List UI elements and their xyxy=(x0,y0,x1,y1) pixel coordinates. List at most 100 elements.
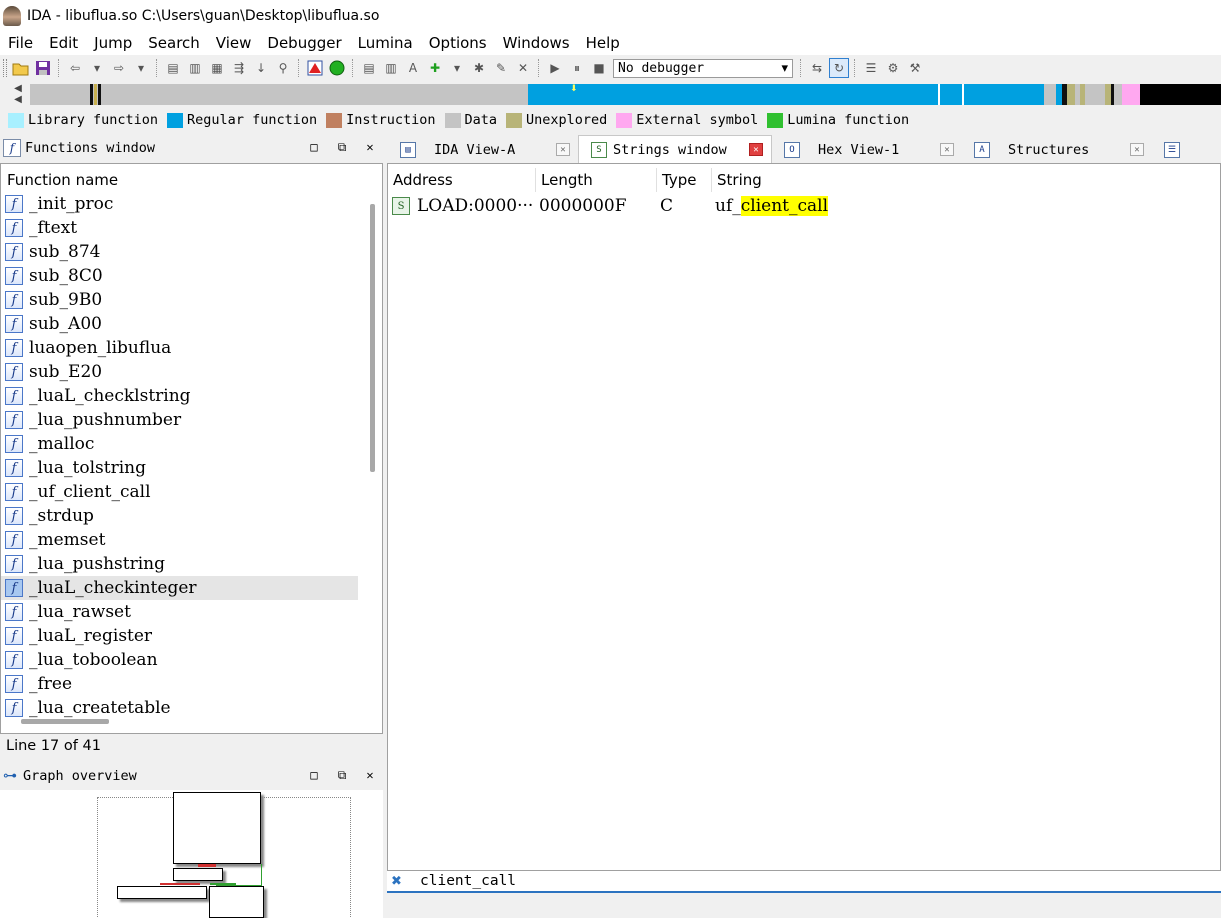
save-icon[interactable] xyxy=(33,58,53,78)
navigation-strip[interactable]: ⬇ xyxy=(30,84,1221,105)
menu-file[interactable]: File xyxy=(0,31,41,55)
close-icon[interactable]: ✕ xyxy=(556,143,570,156)
close-icon[interactable]: ✕ xyxy=(1130,143,1144,156)
close-icon[interactable]: ✖ xyxy=(391,874,402,889)
graph-node[interactable] xyxy=(173,868,223,881)
function-list-item[interactable]: f sub_E20 xyxy=(1,360,358,384)
graph-node[interactable] xyxy=(209,886,264,918)
chevron-down-icon[interactable]: ▾ xyxy=(87,58,107,78)
green-circle-icon[interactable] xyxy=(327,58,347,78)
function-list-item[interactable]: f luaopen_libuflua xyxy=(1,336,358,360)
menu-options[interactable]: Options xyxy=(421,31,495,55)
vertical-scrollbar[interactable] xyxy=(370,204,375,472)
column-header-string[interactable]: String xyxy=(712,168,912,192)
chevron-down-icon[interactable]: ▾ xyxy=(447,58,467,78)
table-row[interactable]: S LOAD:0000··· 0000000F C uf_client_call xyxy=(388,194,1220,218)
function-list-item[interactable]: f sub_874 xyxy=(1,240,358,264)
warning-icon[interactable] xyxy=(305,58,325,78)
search-immediate-icon[interactable]: ▦ xyxy=(207,58,227,78)
column-header-length[interactable]: Length xyxy=(536,168,657,192)
toolbar-grip[interactable] xyxy=(3,59,7,77)
close-icon[interactable]: ✕ xyxy=(363,767,377,783)
tab-hex-view-1[interactable]: O Hex View-1 ✕ xyxy=(772,136,962,163)
function-list-item[interactable]: f _init_proc xyxy=(1,192,358,216)
close-icon[interactable]: ✕ xyxy=(940,143,954,156)
column-header-function-name[interactable]: Function name xyxy=(1,164,382,192)
search-text-icon[interactable]: ▤ xyxy=(163,58,183,78)
tab-structures[interactable]: A Structures ✕ xyxy=(962,136,1152,163)
forward-icon[interactable]: ⇨ xyxy=(109,58,129,78)
function-list-item[interactable]: f _lua_rawset xyxy=(1,600,358,624)
menu-lumina[interactable]: Lumina xyxy=(350,31,421,55)
jump-down-icon[interactable]: ↓ xyxy=(251,58,271,78)
arrow-left-icon[interactable]: ◀ xyxy=(14,83,22,94)
function-list-item[interactable]: f _lua_pushstring xyxy=(1,552,358,576)
nav-arrows[interactable]: ◀ ◀ xyxy=(8,83,28,105)
tab-strings-window[interactable]: S Strings window ✕ xyxy=(578,135,772,163)
function-list-item[interactable]: f _luaL_checklstring xyxy=(1,384,358,408)
function-list-item[interactable]: f _ftext xyxy=(1,216,358,240)
code-icon[interactable]: ▤ xyxy=(359,58,379,78)
function-list-item[interactable]: f _lua_createtable xyxy=(1,696,358,720)
refresh-icon[interactable]: ↻ xyxy=(829,58,849,78)
graph-overview-canvas[interactable] xyxy=(0,790,383,918)
restore-icon[interactable]: □ xyxy=(307,139,321,155)
function-list-item[interactable]: f sub_8C0 xyxy=(1,264,358,288)
undefine-icon[interactable]: ✱ xyxy=(469,58,489,78)
horizontal-scrollbar[interactable] xyxy=(21,719,109,724)
play-icon[interactable]: ▶ xyxy=(545,58,565,78)
menu-debugger[interactable]: Debugger xyxy=(259,31,349,55)
attach-icon[interactable]: ⇆ xyxy=(807,58,827,78)
open-icon[interactable] xyxy=(11,58,31,78)
debugger-select[interactable]: No debugger ▾ xyxy=(613,58,793,78)
function-list-item[interactable]: f _lua_pushnumber xyxy=(1,408,358,432)
function-list-item[interactable]: f _memset xyxy=(1,528,358,552)
navigation-band[interactable]: ◀ ◀ ⬇ xyxy=(8,83,1221,105)
data-icon[interactable]: ▥ xyxy=(381,58,401,78)
tab-more[interactable]: ☰ xyxy=(1152,136,1212,163)
float-icon[interactable]: ⧉ xyxy=(335,139,349,155)
pause-icon[interactable]: ⏸ xyxy=(567,58,587,78)
close-icon[interactable]: ✕ xyxy=(363,139,377,155)
function-list-item[interactable]: f _malloc xyxy=(1,432,358,456)
float-icon[interactable]: ⧉ xyxy=(335,767,349,783)
arrow-left-icon[interactable]: ◀ xyxy=(14,94,22,105)
add-green-icon[interactable]: ✚ xyxy=(425,58,445,78)
strings-window[interactable]: Address Length Type String S LOAD:0000··… xyxy=(387,163,1221,871)
functions-list[interactable]: Function name f _init_proc f _ftext f sub_874… xyxy=(0,163,383,734)
menu-help[interactable]: Help xyxy=(578,31,628,55)
function-list-item[interactable]: f _lua_toboolean xyxy=(1,648,358,672)
search-binary-icon[interactable]: ▥ xyxy=(185,58,205,78)
chevron-down-icon[interactable]: ▾ xyxy=(131,58,151,78)
close-icon[interactable]: ✕ xyxy=(749,143,763,156)
menu-search[interactable]: Search xyxy=(140,31,208,55)
settings-icon[interactable]: ⚒ xyxy=(905,58,925,78)
function-list-item[interactable]: f sub_A00 xyxy=(1,312,358,336)
function-list-item[interactable]: f _strdup xyxy=(1,504,358,528)
ascii-icon[interactable]: A xyxy=(403,58,423,78)
stop-icon[interactable]: ■ xyxy=(589,58,609,78)
close-icon[interactable]: ✕ xyxy=(513,58,533,78)
search-next-icon[interactable]: ⇶ xyxy=(229,58,249,78)
function-list-item[interactable]: f sub_9B0 xyxy=(1,288,358,312)
filter-input[interactable]: client_call xyxy=(420,873,516,889)
column-header-address[interactable]: Address xyxy=(388,168,536,192)
function-list-item[interactable]: f _uf_client_call xyxy=(1,480,358,504)
options-icon[interactable]: ☰ xyxy=(861,58,881,78)
function-list-item[interactable]: f _free xyxy=(1,672,358,696)
plugin-icon[interactable]: ⚙ xyxy=(883,58,903,78)
menu-edit[interactable]: Edit xyxy=(41,31,86,55)
function-list-item[interactable]: f _luaL_checkinteger xyxy=(1,576,358,600)
edit-icon[interactable]: ✎ xyxy=(491,58,511,78)
menu-view[interactable]: View xyxy=(208,31,260,55)
function-list-item[interactable]: f _lua_tolstring xyxy=(1,456,358,480)
find-icon[interactable]: ⚲ xyxy=(273,58,293,78)
tab-ida-view-a[interactable]: ▤ IDA View-A ✕ xyxy=(388,136,578,163)
column-header-type[interactable]: Type xyxy=(657,168,712,192)
function-list-item[interactable]: f _luaL_register xyxy=(1,624,358,648)
back-icon[interactable]: ⇦ xyxy=(65,58,85,78)
graph-node[interactable] xyxy=(117,886,207,899)
menu-jump[interactable]: Jump xyxy=(86,31,140,55)
menu-windows[interactable]: Windows xyxy=(495,31,578,55)
graph-node[interactable] xyxy=(173,792,261,864)
